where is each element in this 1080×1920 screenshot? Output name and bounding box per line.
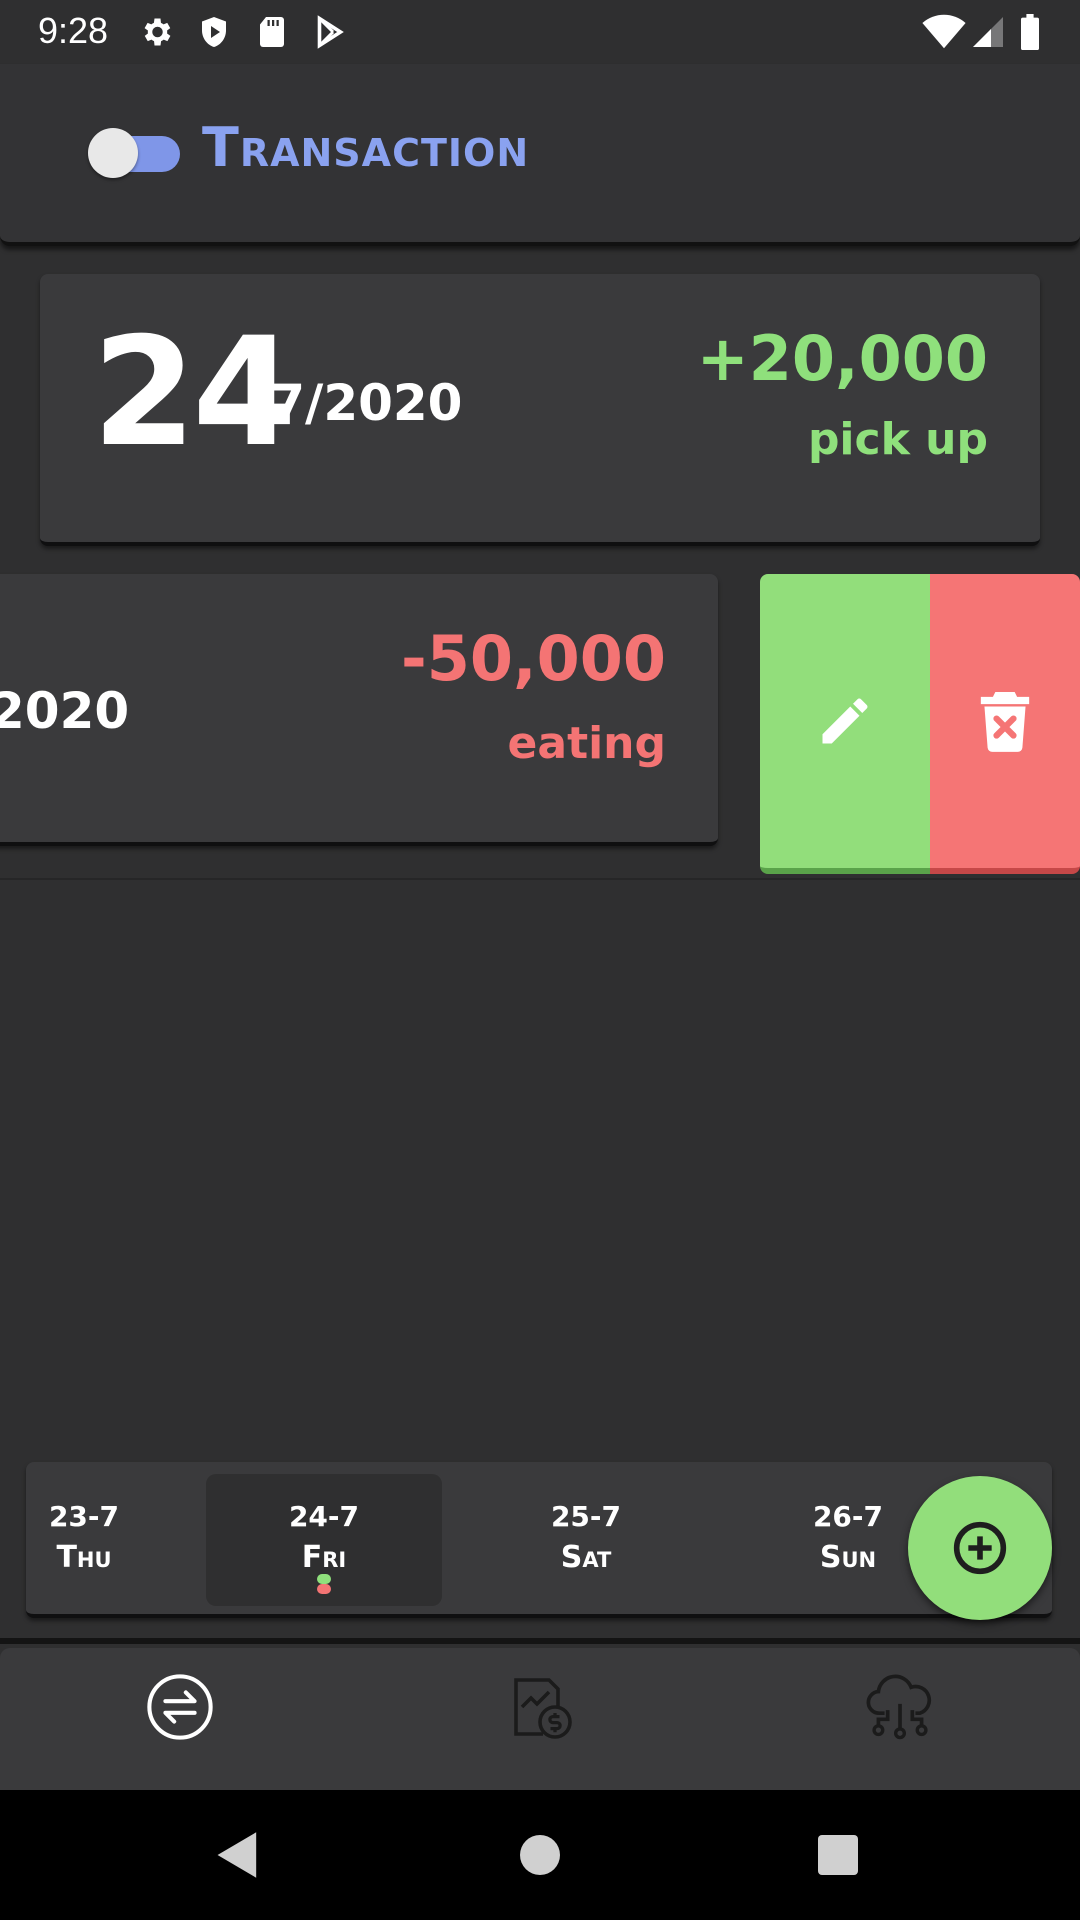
transaction-note: pick up [807,414,988,465]
transaction-amount: -50,000 [401,622,666,695]
nav-cloud-sync[interactable] [840,1662,960,1752]
day-date: 24-7 [288,1500,360,1533]
sd-card-icon [254,14,290,50]
recents-icon [818,1835,858,1875]
system-navigation-bar [0,1790,1080,1920]
transaction-row-swiped: 2020 -50,000 eating [0,574,1080,880]
mode-toggle[interactable] [88,128,180,178]
transaction-card-expense[interactable]: 2020 -50,000 eating [0,574,718,846]
day-date: 25-7 [550,1500,622,1533]
cloud-network-icon [866,1674,932,1740]
transaction-card-income[interactable]: 24 /7/2020 +20,000 pick up [40,274,1040,546]
settings-icon [138,14,174,50]
add-circle-icon [953,1521,1007,1575]
shield-play-icon [196,14,232,50]
transaction-note: eating [507,718,666,769]
day-weekday: Sat [560,1540,612,1575]
day-item[interactable]: 23-7 Thu [0,1462,202,1614]
expense-indicator [317,1584,331,1594]
home-icon [520,1835,560,1875]
day-weekday: Fri [301,1540,347,1575]
back-button[interactable] [198,1820,278,1890]
signal-icon [970,14,1006,50]
status-bar: 9:28 [0,0,1080,64]
transaction-date: 2020 [0,682,130,740]
edit-transaction-button[interactable] [760,574,930,874]
battery-icon [1018,14,1046,50]
recents-button[interactable] [798,1820,878,1890]
day-item-selected[interactable]: 24-7 Fri [206,1474,442,1606]
page-title: Transaction [202,116,530,179]
day-date: 23-7 [48,1500,120,1533]
transaction-date-rest: /7/2020 [252,374,463,432]
nav-transactions[interactable] [120,1662,240,1752]
back-icon [217,1832,257,1878]
app-header: Transaction [0,64,1080,246]
transactions-icon [147,1674,213,1740]
transaction-amount: +20,000 [696,322,988,395]
day-weekday: Thu [56,1540,112,1575]
status-time: 9:28 [38,10,109,51]
income-indicator [317,1574,331,1584]
delete-icon [980,692,1030,752]
wifi-icon [922,14,966,50]
add-transaction-button[interactable] [908,1476,1052,1620]
nav-reports[interactable] [480,1662,600,1752]
delete-transaction-button[interactable] [930,574,1080,874]
home-button[interactable] [500,1820,580,1890]
day-item[interactable]: 25-7 Sat [468,1462,704,1614]
play-store-icon [312,14,348,50]
edit-icon [822,698,868,744]
bottom-navigation [0,1638,1080,1790]
report-money-icon [514,1678,572,1739]
date-strip: 23-7 Thu 24-7 Fri 25-7 Sat 26-7 Sun [26,1462,1052,1618]
